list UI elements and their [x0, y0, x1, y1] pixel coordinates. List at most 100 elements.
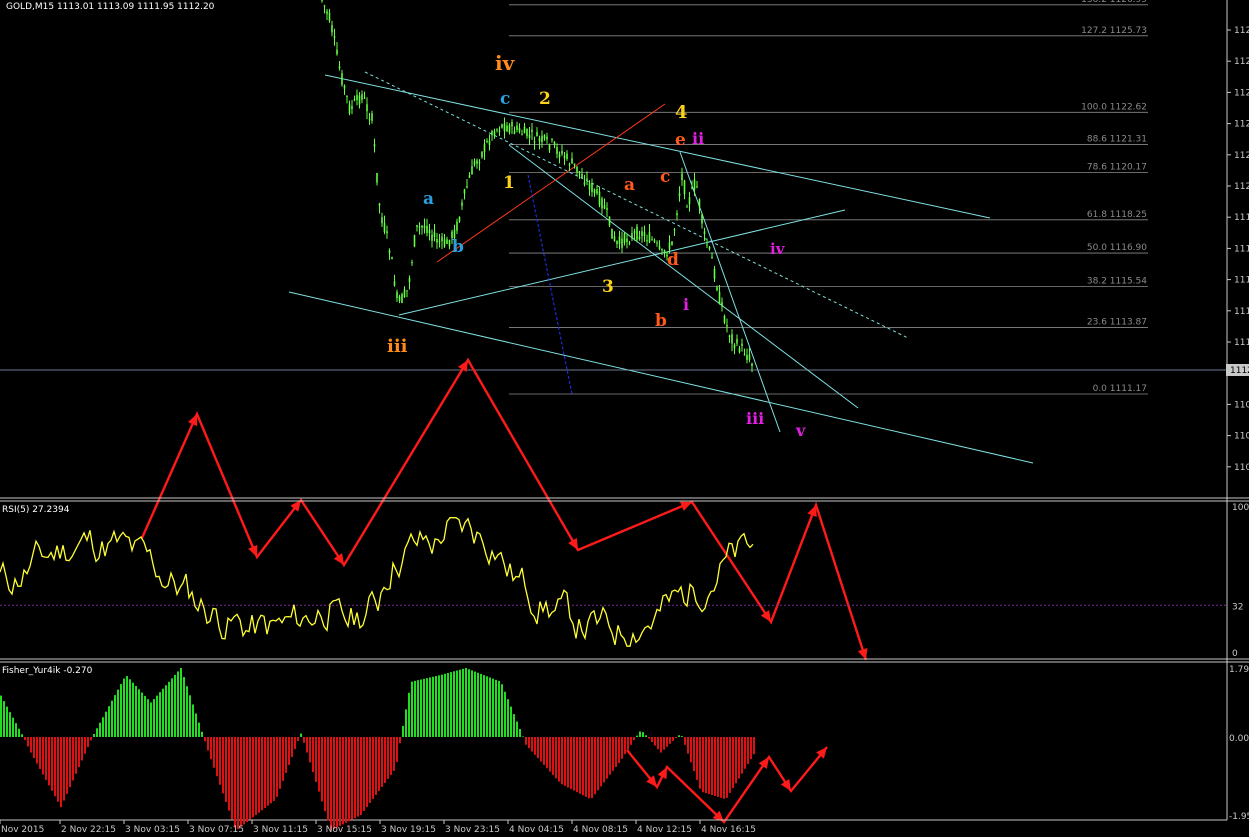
wave-label: e: [675, 130, 686, 150]
candle-body: [641, 231, 643, 237]
candle-body: [548, 144, 551, 151]
candle-body: [366, 104, 368, 112]
candle-body: [566, 153, 568, 159]
fisher-bar: [120, 684, 122, 737]
candle-body: [431, 234, 433, 241]
fisher-bar: [726, 737, 728, 798]
candle-body: [531, 129, 533, 133]
fisher-bar: [483, 675, 485, 737]
fisher-bar: [444, 673, 446, 737]
candle-body: [351, 106, 353, 109]
wave-label: 2: [539, 89, 551, 109]
fisher-bar: [642, 732, 644, 737]
candle-body: [411, 261, 413, 264]
fisher-bar: [249, 737, 251, 820]
candle-body: [561, 150, 563, 154]
fisher-bar: [378, 737, 380, 791]
candle-body: [636, 226, 638, 240]
fisher-bar: [354, 737, 356, 819]
candle-body: [463, 189, 466, 194]
wave-label: b: [655, 311, 667, 331]
candle-body: [563, 155, 566, 159]
candle-body: [471, 166, 473, 175]
candle-body: [676, 212, 678, 216]
candle-body: [608, 216, 611, 226]
fisher-bar: [534, 737, 536, 755]
fisher-bar: [636, 735, 638, 737]
candle-body: [418, 226, 421, 228]
fisher-bar: [603, 737, 605, 783]
rsi-tick-label: 0: [1232, 649, 1238, 659]
candle-body: [656, 242, 658, 244]
candle-body: [581, 174, 583, 178]
trading-chart[interactable]: GOLD,M15 1113.01 1113.09 1111.95 1112.20…: [0, 0, 1249, 837]
candle-body: [338, 66, 341, 69]
fib-level-label: 100.0 1122.62: [1081, 102, 1147, 112]
fisher-bar: [216, 737, 218, 777]
fisher-bar: [525, 737, 527, 745]
fisher-bar: [198, 722, 200, 737]
fib-level-label: 88.6 1121.31: [1087, 135, 1147, 145]
fisher-bar: [246, 737, 248, 823]
candle-body: [541, 135, 543, 143]
trendlines[interactable]: [0, 71, 1227, 464]
fisher-bar: [669, 737, 671, 744]
fisher-bar: [366, 737, 368, 807]
fisher-bar: [234, 737, 236, 828]
fisher-bar: [732, 737, 734, 789]
fisher-bar: [495, 679, 497, 737]
rsi-title: RSI(5) 27.2394: [2, 505, 70, 515]
candle-body: [363, 97, 366, 99]
candle-body: [738, 348, 741, 353]
candle-body: [511, 122, 513, 127]
fisher-bar: [108, 706, 110, 737]
candle-body: [543, 135, 546, 139]
fisher-bar: [426, 678, 428, 737]
rsi-panel[interactable]: 100 32 0: [0, 503, 1249, 659]
fisher-bar: [99, 722, 101, 737]
fisher-bar: [735, 737, 737, 784]
fisher-bar: [309, 737, 311, 763]
candle-body: [483, 143, 486, 153]
fisher-bar: [675, 737, 677, 738]
fisher-bar: [597, 737, 599, 791]
fisher-bar: [651, 737, 653, 743]
fisher-bar: [573, 737, 575, 791]
fisher-bar: [42, 737, 44, 775]
fib-level-label: 127.2 1125.73: [1081, 26, 1147, 36]
fisher-bar: [729, 737, 731, 793]
candle-body: [673, 229, 676, 231]
fisher-tick-label: -1.95: [1229, 812, 1249, 822]
fisher-bar: [312, 737, 314, 773]
candle-body: [653, 240, 656, 242]
candle-body: [536, 132, 538, 137]
fisher-bar: [507, 699, 509, 737]
candle-body: [523, 126, 526, 134]
fisher-panel[interactable]: 1.79 0.00 -1.95: [0, 665, 1249, 831]
price-tick-label: 112: [1234, 88, 1249, 98]
wave-label: i: [683, 295, 689, 314]
candle-body: [573, 163, 576, 166]
fisher-bar: [747, 737, 749, 764]
fisher-bar: [489, 677, 491, 737]
fisher-bar: [129, 679, 131, 737]
candle-body: [433, 231, 436, 237]
candle-body: [421, 225, 423, 228]
fisher-bar: [708, 737, 710, 795]
fibonacci-retracement[interactable]: 138.2 1126.99 127.2 1125.73 100.0 1122.62 8…: [509, 0, 1148, 395]
fisher-bar: [342, 737, 344, 825]
fisher-bar: [69, 737, 71, 788]
projection-arrowhead: [857, 647, 868, 660]
fisher-bar: [684, 737, 686, 745]
fisher-bar: [150, 702, 152, 737]
candle-body: [626, 238, 628, 243]
candle-body: [501, 124, 503, 128]
fisher-bar: [351, 737, 353, 820]
fisher-bar: [231, 737, 233, 820]
time-axis-label: Nov 2015: [1, 825, 44, 835]
candle-body: [621, 238, 623, 248]
candle-body: [716, 287, 718, 291]
fisher-bar: [81, 737, 83, 761]
fisher-bar: [156, 695, 158, 737]
fisher-bar: [339, 737, 341, 826]
